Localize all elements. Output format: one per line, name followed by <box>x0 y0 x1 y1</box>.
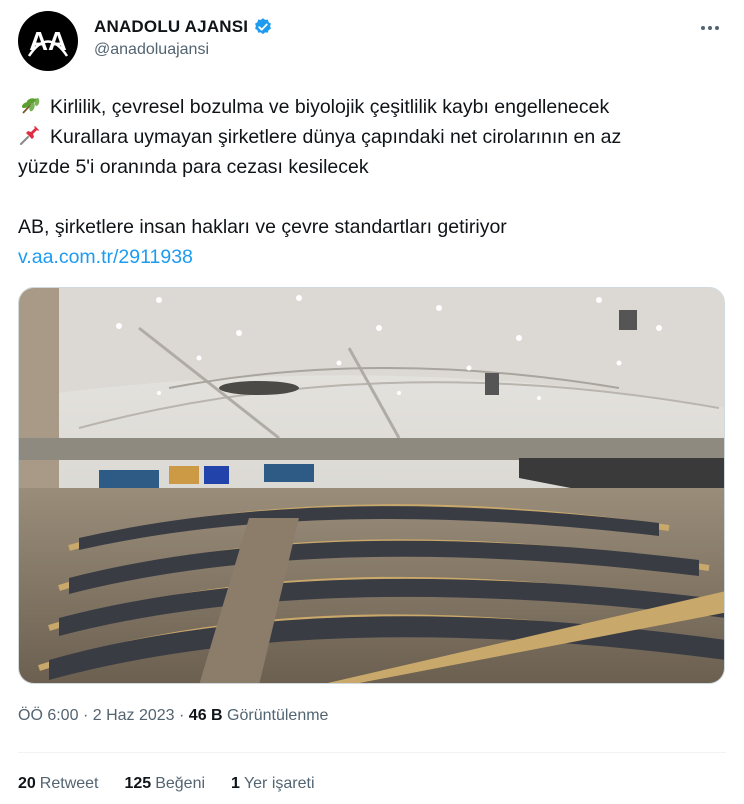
pushpin-icon <box>20 126 39 145</box>
retweets-stat[interactable]: 20 Retweet <box>18 775 99 793</box>
account-handle[interactable]: @anadoluajansi <box>94 41 273 59</box>
tweet-link[interactable]: v.aa.com.tr/2911938 <box>18 242 724 272</box>
bookmarks-label: Yer işareti <box>243 775 315 792</box>
tweet-text: Kirlilik, çevresel bozulma ve biyolojik … <box>18 92 724 272</box>
bookmarks-count: 1 <box>231 775 240 792</box>
tweet-stats: 20 Retweet 125 Beğeni 1 Yer işareti <box>18 775 315 793</box>
views-count: 46 B <box>188 707 223 724</box>
divider <box>18 752 726 753</box>
tweet-meta: ÖÖ 6:00 · 2 Haz 2023 · 46 B Görüntülenme <box>18 707 328 725</box>
verified-badge-icon <box>255 18 272 35</box>
meta-separator-2: · <box>179 707 185 724</box>
tweet-header: AA ANADOLU AJANSI @anadoluajansi <box>18 10 726 74</box>
retweets-label: Retweet <box>39 775 99 792</box>
bookmarks-stat[interactable]: 1 Yer işareti <box>231 775 314 793</box>
retweets-count: 20 <box>18 775 36 792</box>
avatar[interactable]: AA <box>18 11 78 71</box>
more-options-icon[interactable] <box>698 16 722 40</box>
tweet-line-4: AB, şirketlere insan hakları ve çevre st… <box>18 216 507 238</box>
tweet-line-2-text: Kurallara uymayan şirketlere dünya çapın… <box>50 126 622 148</box>
account-display-name[interactable]: ANADOLU AJANSI <box>94 17 273 37</box>
aa-logo-icon: AA <box>27 26 69 57</box>
likes-label: Beğeni <box>155 775 206 792</box>
likes-stat[interactable]: 125 Beğeni <box>125 775 206 793</box>
tweet-date[interactable]: 2 Haz 2023 <box>93 707 175 724</box>
meta-separator: · <box>82 707 89 724</box>
tweet-line-3: yüzde 5'i oranında para cezası kesilecek <box>18 156 369 178</box>
parliament-photo-illustration <box>19 288 724 683</box>
account-name-text: ANADOLU AJANSI <box>94 17 249 36</box>
likes-count: 125 <box>124 775 152 792</box>
tweet-line-1-text: Kirlilik, çevresel bozulma ve biyolojik … <box>50 96 610 118</box>
tweet-photo[interactable] <box>18 287 725 684</box>
tweet-line-2: Kurallara uymayan şirketlere dünya çapın… <box>18 122 724 152</box>
tweet-line-1: Kirlilik, çevresel bozulma ve biyolojik … <box>18 92 724 122</box>
tweet-time[interactable]: ÖÖ 6:00 <box>18 707 78 724</box>
sprout-icon <box>21 98 40 114</box>
views-label: Görüntülenme <box>227 707 329 724</box>
account-names: ANADOLU AJANSI @anadoluajansi <box>94 17 273 59</box>
